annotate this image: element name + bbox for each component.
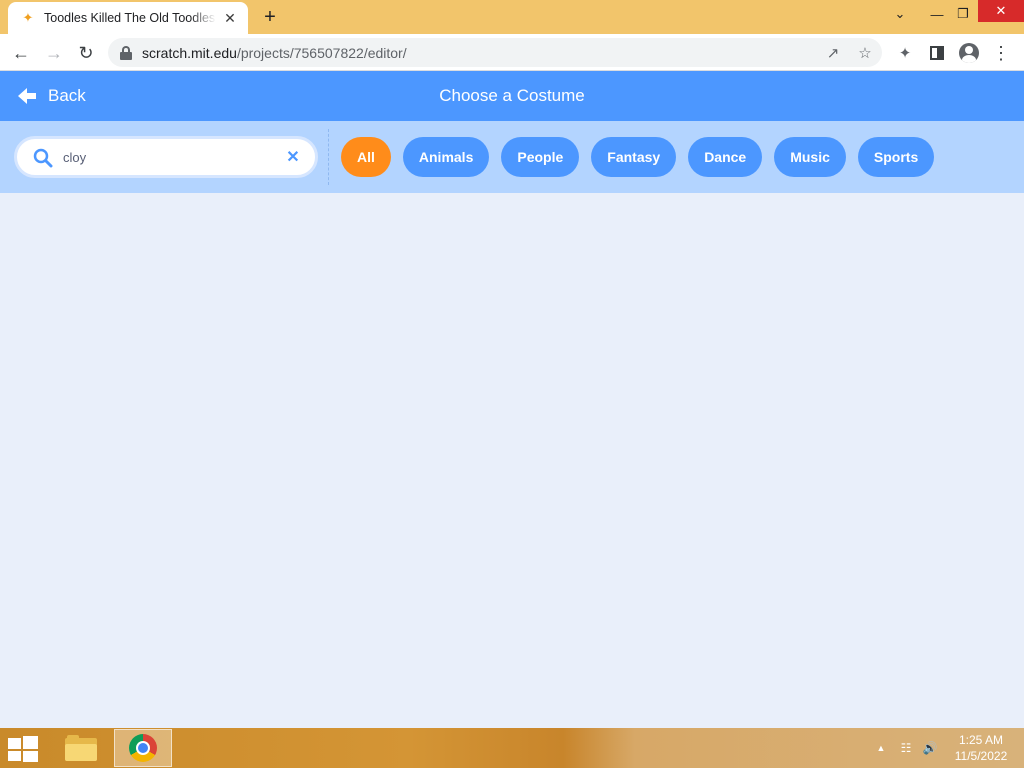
back-nav-icon[interactable]: ← bbox=[8, 40, 34, 66]
clock-time: 1:25 AM bbox=[958, 733, 1004, 747]
tag-fantasy[interactable]: Fantasy bbox=[591, 137, 677, 177]
browser-toolbar: ← → ↻ scratch.mit.edu/projects/756507822… bbox=[0, 34, 1024, 71]
tag-all[interactable]: All bbox=[341, 137, 391, 177]
tag-people[interactable]: People bbox=[501, 137, 580, 177]
tab-search-icon[interactable]: ⌄ bbox=[886, 0, 914, 28]
volume-icon[interactable]: 🔊 bbox=[920, 728, 940, 768]
browser-menu-icon[interactable]: ⋮ bbox=[988, 40, 1014, 66]
back-button[interactable]: Back bbox=[16, 71, 86, 121]
close-window-button[interactable]: ✕ bbox=[978, 0, 1024, 22]
search-box: ✕ bbox=[14, 136, 318, 178]
tag-sports[interactable]: Sports bbox=[857, 137, 935, 177]
tag-dance[interactable]: Dance bbox=[688, 137, 763, 177]
filter-bar: ✕ All Animals People Fantasy Dance Music… bbox=[0, 121, 1024, 193]
tab-close-icon[interactable]: ✕ bbox=[222, 10, 238, 26]
windows-start-icon[interactable] bbox=[8, 736, 38, 762]
file-explorer-icon[interactable] bbox=[52, 729, 110, 767]
library-header: Back Choose a Costume bbox=[0, 71, 1024, 121]
back-label: Back bbox=[48, 86, 86, 105]
tag-filters: All Animals People Fantasy Dance Music S… bbox=[341, 137, 946, 177]
tab-title: Toodles Killed The Old Toodles o bbox=[44, 11, 216, 25]
page-title: Choose a Costume bbox=[439, 86, 585, 105]
show-hidden-icons-icon[interactable]: ▲ bbox=[874, 728, 888, 768]
forward-nav-icon[interactable]: → bbox=[41, 40, 67, 66]
extensions-icon[interactable]: ✦ bbox=[892, 40, 918, 66]
tag-animals[interactable]: Animals bbox=[402, 137, 490, 177]
address-bar[interactable]: scratch.mit.edu/projects/756507822/edito… bbox=[108, 38, 882, 67]
profile-icon[interactable] bbox=[956, 40, 982, 66]
minimize-button[interactable]: — bbox=[924, 0, 950, 28]
clear-search-icon[interactable]: ✕ bbox=[285, 147, 301, 167]
filter-divider bbox=[328, 129, 329, 185]
taskbar: ▲ ☷ 🔊 1:25 AM 11/5/2022 bbox=[0, 728, 1024, 768]
new-tab-button[interactable]: + bbox=[258, 5, 282, 29]
side-panel-icon[interactable] bbox=[924, 40, 950, 66]
back-arrow-icon bbox=[18, 88, 36, 104]
tag-music[interactable]: Music bbox=[774, 137, 846, 177]
browser-tab[interactable]: ✦ Toodles Killed The Old Toodles o ✕ bbox=[8, 2, 248, 34]
bookmark-star-icon[interactable]: ☆ bbox=[852, 38, 878, 67]
clock[interactable]: 1:25 AM 11/5/2022 bbox=[948, 732, 1014, 764]
search-icon bbox=[33, 148, 53, 168]
reload-icon[interactable]: ↻ bbox=[73, 40, 99, 66]
url-host: scratch.mit.edu bbox=[142, 44, 237, 61]
share-icon[interactable]: ↗ bbox=[820, 38, 846, 67]
scratch-cat-icon: ✦ bbox=[22, 10, 34, 25]
costume-results-area bbox=[0, 193, 1024, 728]
lock-icon[interactable] bbox=[120, 45, 132, 60]
clock-date: 11/5/2022 bbox=[954, 749, 1008, 763]
browser-tab-strip: ✦ Toodles Killed The Old Toodles o ✕ + ⌄… bbox=[0, 0, 1024, 34]
search-input[interactable] bbox=[63, 145, 273, 169]
chrome-icon[interactable] bbox=[114, 729, 172, 767]
network-icon[interactable]: ☷ bbox=[896, 728, 916, 768]
url-path: /projects/756507822/editor/ bbox=[236, 44, 407, 61]
restore-button[interactable]: ❐ bbox=[950, 0, 976, 28]
